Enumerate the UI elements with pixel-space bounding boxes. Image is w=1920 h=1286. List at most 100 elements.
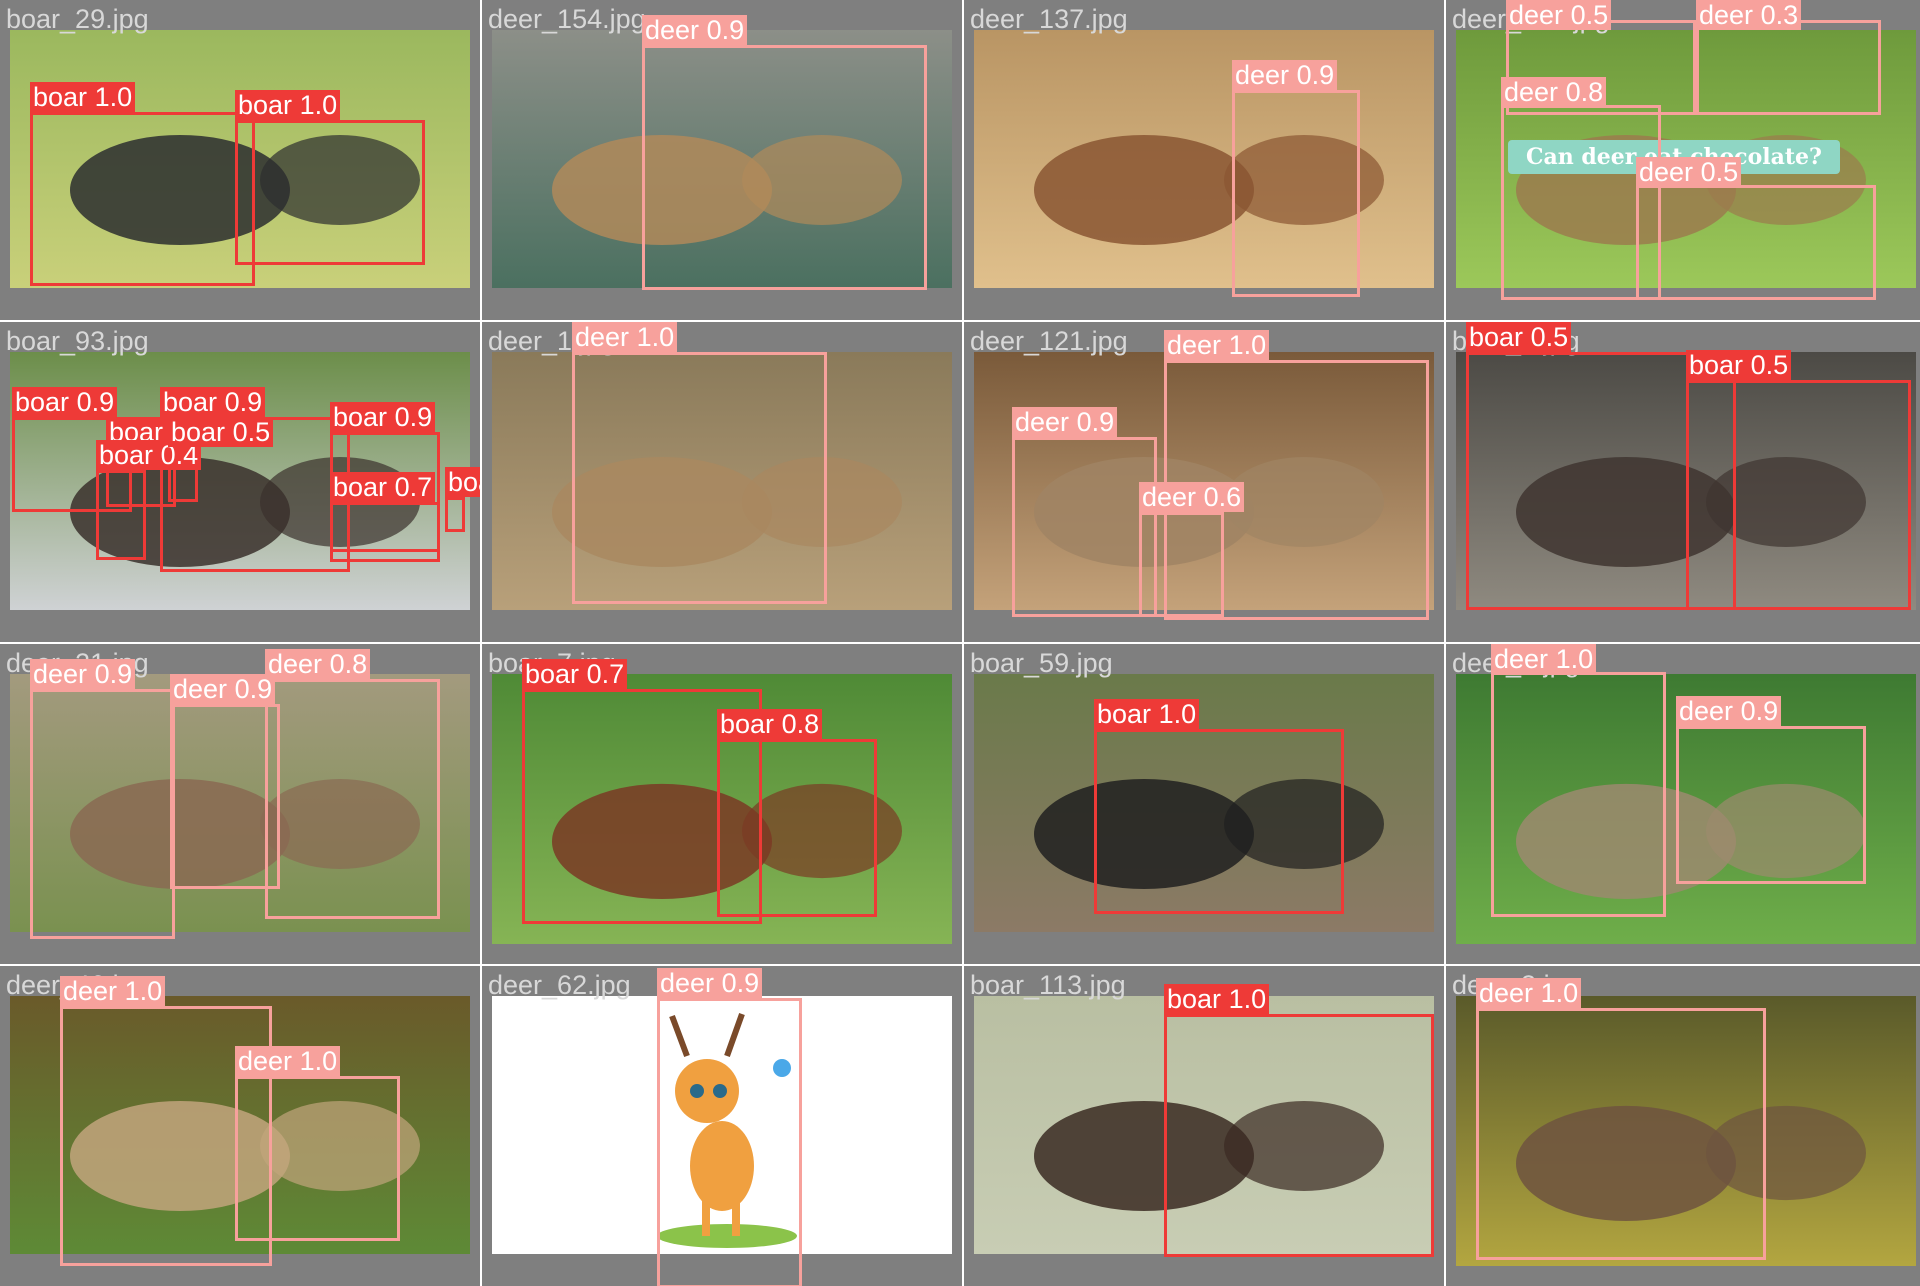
- deer-bounding-box: [1491, 672, 1666, 917]
- tile-filename: deer_137.jpg: [970, 4, 1128, 34]
- deer-detection-label: deer 0.9: [642, 15, 748, 45]
- confidence-score: 0.5: [232, 417, 271, 447]
- deer-bounding-box: [265, 679, 440, 919]
- confidence-score: 1.0: [1540, 978, 1579, 1008]
- confidence-score: 0.8: [781, 709, 820, 739]
- deer-detection-label: deer 1.0: [1164, 330, 1270, 360]
- class-name: boar: [163, 387, 218, 417]
- confidence-score: 0.9: [1296, 60, 1335, 90]
- class-name: boar: [525, 659, 580, 689]
- deer-detection-label: deer 1.0: [60, 976, 166, 1006]
- deer-bounding-box: [657, 998, 802, 1286]
- tile-boar_7: boar_7.jpgboar 0.7boar 0.8: [482, 644, 962, 964]
- class-name: deer: [63, 976, 118, 1006]
- tile-boar_59: boar_59.jpgboar 1.0: [964, 644, 1444, 964]
- boar-detection-label: boar 1.0: [30, 82, 136, 112]
- boar-bounding-box: [330, 502, 440, 562]
- deer-detection-label: deer 1.0: [1491, 644, 1597, 674]
- deer-bounding-box: [1232, 90, 1360, 297]
- deer-bounding-box: [572, 352, 827, 604]
- tile-deer_154: deer_154.jpg deer 0.9: [482, 0, 962, 320]
- deer-bounding-box: [642, 45, 927, 290]
- boar-detection-label: boar 0.5: [168, 417, 274, 447]
- deer-detection-label: deer 0.9: [1676, 696, 1782, 726]
- tile-deer_258: Can deer eat chocolate?deer_258.jpgdeer …: [1446, 0, 1920, 320]
- class-name: deer: [1479, 978, 1534, 1008]
- class-name: deer: [1504, 77, 1559, 107]
- tile-deer_137: deer_137.jpgdeer 0.9: [964, 0, 1444, 320]
- tile-deer_7: deer_7.jpgdeer 1.0deer 0.9: [1446, 644, 1920, 964]
- tile-filename: boar_113.jpg: [970, 970, 1126, 1000]
- deer-detection-label: deer 1.0: [572, 322, 678, 352]
- class-name: deer: [238, 1046, 293, 1076]
- deer-detection-label: deer 0.9: [170, 674, 276, 704]
- boar-detection-label: boar 0.9: [330, 402, 436, 432]
- class-name: deer: [660, 968, 715, 998]
- class-name: deer: [173, 674, 228, 704]
- deer-bounding-box: [30, 689, 175, 939]
- confidence-score: 1.0: [94, 82, 133, 112]
- confidence-score: 0.9: [1076, 407, 1115, 437]
- boar-bounding-box: [1686, 380, 1911, 610]
- class-name: boar: [333, 472, 388, 502]
- deer-bounding-box: [1696, 20, 1881, 115]
- class-name: deer: [575, 322, 630, 352]
- confidence-score: 1.0: [124, 976, 163, 1006]
- deer-detection-label: deer 0.5: [1506, 0, 1612, 30]
- class-name: deer: [645, 15, 700, 45]
- deer-detection-label: deer 0.9: [1012, 407, 1118, 437]
- confidence-score: 0.9: [224, 387, 263, 417]
- boar-detection-label: boar 0.9: [160, 387, 266, 417]
- tile-photo: [974, 30, 1434, 288]
- boar-detection-label: boar 0.9: [12, 387, 118, 417]
- boar-detection-label: boar 0.7: [522, 659, 628, 689]
- boar-bounding-box: [717, 739, 877, 917]
- confidence-score: 0.9: [394, 402, 433, 432]
- confidence-score: 0.9: [94, 659, 133, 689]
- confidence-score: 1.0: [1158, 699, 1197, 729]
- confidence-score: 0.7: [586, 659, 625, 689]
- boar-bounding-box: [96, 470, 146, 560]
- boar-detection-label: boar 1.0: [1094, 699, 1200, 729]
- confidence-score: 1.0: [299, 1046, 338, 1076]
- confidence-score: 1.0: [1228, 984, 1267, 1014]
- boar-bounding-box: [1094, 729, 1344, 914]
- deer-detection-label: deer 0.5: [1636, 157, 1742, 187]
- boar-bounding-box: [1164, 1014, 1434, 1257]
- tile-deer_1: deer_1.jpg deer 1.0: [482, 322, 962, 642]
- confidence-score: 0.7: [394, 472, 433, 502]
- confidence-score: 0.3: [1760, 0, 1799, 30]
- class-name: boar: [15, 387, 70, 417]
- boar-detection-label: boar 0.8: [717, 709, 823, 739]
- confidence-score: 0.8: [1565, 77, 1604, 107]
- boar-detection-label: boar 0.5: [1466, 322, 1572, 352]
- confidence-score: 1.0: [1555, 644, 1594, 674]
- class-name: deer: [1235, 60, 1290, 90]
- class-name: boar: [238, 90, 293, 120]
- tile-filename: boar_59.jpg: [970, 648, 1113, 678]
- class-name: boar: [33, 82, 88, 112]
- class-name: deer: [1639, 157, 1694, 187]
- deer-bounding-box: [1676, 726, 1866, 884]
- deer-detection-label: deer 1.0: [1476, 978, 1582, 1008]
- class-name: deer: [1679, 696, 1734, 726]
- class-name: deer: [1699, 0, 1754, 30]
- boar-detection-label: boar 1.0: [1164, 984, 1270, 1014]
- class-name: boar: [99, 440, 154, 470]
- confidence-score: 1.0: [1228, 330, 1267, 360]
- confidence-score: 0.5: [1530, 322, 1569, 352]
- boar-bounding-box: [235, 120, 425, 265]
- class-name: boar: [171, 417, 226, 447]
- tile-filename: boar_29.jpg: [6, 4, 149, 34]
- deer-bounding-box: [235, 1076, 400, 1241]
- tile-deer_121: deer_121.jpg deer 1.0 deer 0.9 deer 0.6: [964, 322, 1444, 642]
- tile-deer_46: deer_46.jpgdeer 1.0deer 1.0: [0, 966, 480, 1286]
- confidence-score: 1.0: [636, 322, 675, 352]
- confidence-score: 1.0: [299, 90, 338, 120]
- tile-filename: deer_121.jpg: [970, 326, 1128, 356]
- class-name: boar: [1097, 699, 1152, 729]
- class-name: deer: [1509, 0, 1564, 30]
- boar-detection-label: boar 1.0: [235, 90, 341, 120]
- boar-bounding-box: [30, 112, 255, 286]
- class-name: boar: [1469, 322, 1524, 352]
